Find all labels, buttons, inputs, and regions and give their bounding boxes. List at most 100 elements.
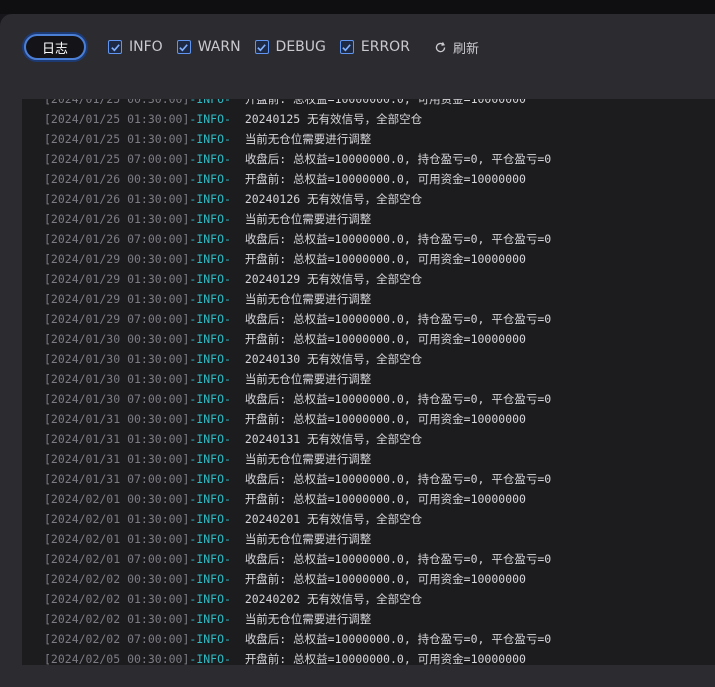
log-line: [2024/01/30 01:30:00]-INFO- 当前无仓位需要进行调整 (22, 369, 715, 389)
log-message: 当前无仓位需要进行调整 (244, 132, 372, 146)
log-message: 开盘前: 总权益=10000000.0, 可用资金=10000000 (244, 172, 526, 186)
log-timestamp: [2024/01/30 01:30:00] (44, 352, 190, 366)
filter-error[interactable]: ERROR (339, 39, 410, 55)
log-line: [2024/01/30 01:30:00]-INFO- 20240130 无有效… (22, 349, 715, 369)
log-timestamp: [2024/01/31 01:30:00] (44, 452, 190, 466)
filter-warn-label: WARN (197, 39, 241, 55)
checkbox-checked-icon[interactable] (176, 40, 191, 54)
log-timestamp: [2024/02/02 01:30:00] (44, 592, 190, 606)
log-timestamp: [2024/02/05 00:30:00] (44, 652, 190, 665)
log-level: -INFO- (189, 652, 231, 665)
filter-error-label: ERROR (360, 39, 410, 55)
log-message: 当前无仓位需要进行调整 (244, 612, 372, 626)
log-line: [2024/01/31 01:30:00]-INFO- 当前无仓位需要进行调整 (22, 449, 715, 469)
log-timestamp: [2024/01/26 01:30:00] (44, 212, 190, 226)
log-level: -INFO- (189, 392, 231, 406)
log-line: [2024/02/02 07:00:00]-INFO- 收盘后: 总权益=100… (22, 629, 715, 649)
log-timestamp: [2024/01/25 01:30:00] (44, 112, 190, 126)
log-message: 开盘前: 总权益=10000000.0, 可用资金=10000000 (244, 652, 526, 665)
log-line: [2024/01/25 01:30:00]-INFO- 20240125 无有效… (22, 109, 715, 129)
filter-warn[interactable]: WARN (176, 39, 241, 55)
log-line: [2024/01/30 07:00:00]-INFO- 收盘后: 总权益=100… (22, 389, 715, 409)
refresh-button[interactable]: 刷新 (434, 38, 479, 57)
log-timestamp: [2024/01/30 00:30:00] (44, 332, 190, 346)
log-timestamp: [2024/01/30 01:30:00] (44, 372, 190, 386)
log-level: -INFO- (189, 552, 231, 566)
log-timestamp: [2024/01/25 07:00:00] (44, 152, 190, 166)
log-line: [2024/01/31 07:00:00]-INFO- 收盘后: 总权益=100… (22, 469, 715, 489)
log-line: [2024/01/29 01:30:00]-INFO- 20240129 无有效… (22, 269, 715, 289)
log-timestamp: [2024/02/02 00:30:00] (44, 572, 190, 586)
log-line: [2024/01/26 00:30:00]-INFO- 开盘前: 总权益=100… (22, 169, 715, 189)
log-message: 当前无仓位需要进行调整 (244, 372, 372, 386)
log-level: -INFO- (189, 152, 231, 166)
log-message: 开盘前: 总权益=10000000.0, 可用资金=10000000 (244, 252, 526, 266)
log-level: -INFO- (189, 312, 231, 326)
refresh-label: 刷新 (452, 41, 479, 57)
log-message: 开盘前: 总权益=10000000.0, 可用资金=10000000 (244, 412, 526, 426)
log-message: 开盘前: 总权益=10000000.0, 可用资金=10000000 (244, 572, 526, 586)
log-line: [2024/01/26 01:30:00]-INFO- 20240126 无有效… (22, 189, 715, 209)
log-line: [2024/01/29 01:30:00]-INFO- 当前无仓位需要进行调整 (22, 289, 715, 309)
log-timestamp: [2024/01/29 00:30:00] (44, 252, 190, 266)
log-line: [2024/02/01 07:00:00]-INFO- 收盘后: 总权益=100… (22, 549, 715, 569)
log-line: [2024/01/29 00:30:00]-INFO- 开盘前: 总权益=100… (22, 249, 715, 269)
log-message: 开盘前: 总权益=10000000.0, 可用资金=10000000 (244, 99, 526, 106)
log-timestamp: [2024/01/31 07:00:00] (44, 472, 190, 486)
log-message: 当前无仓位需要进行调整 (244, 212, 372, 226)
log-level: -INFO- (189, 232, 231, 246)
checkbox-checked-icon[interactable] (254, 40, 269, 54)
log-message: 20240202 无有效信号，全部空仓 (244, 592, 423, 606)
log-timestamp: [2024/01/26 00:30:00] (44, 172, 190, 186)
log-message: 20240201 无有效信号，全部空仓 (244, 512, 423, 526)
refresh-icon (435, 41, 446, 52)
log-message: 当前无仓位需要进行调整 (244, 532, 372, 546)
log-level: -INFO- (189, 352, 231, 366)
log-level: -INFO- (189, 112, 231, 126)
filter-info[interactable]: INFO (108, 39, 163, 55)
log-level: -INFO- (189, 532, 231, 546)
filter-debug[interactable]: DEBUG (254, 39, 326, 55)
log-level: -INFO- (189, 572, 231, 586)
log-output[interactable]: [2024/01/25 00:30:00] -INFO- 开盘前: 总权益=100… (22, 99, 715, 665)
filter-debug-label: DEBUG (275, 39, 326, 55)
checkbox-checked-icon[interactable] (108, 40, 122, 54)
log-message: 开盘前: 总权益=10000000.0, 可用资金=10000000 (244, 492, 526, 506)
log-timestamp: [2024/01/25 00:30:00] (44, 99, 190, 106)
log-timestamp: [2024/01/31 01:30:00] (44, 432, 190, 446)
log-timestamp: [2024/01/29 01:30:00] (44, 292, 190, 306)
log-line: [2024/01/31 01:30:00]-INFO- 20240131 无有效… (22, 429, 715, 449)
log-line: [2024/01/31 00:30:00]-INFO- 开盘前: 总权益=100… (22, 409, 715, 429)
log-message: 收盘后: 总权益=10000000.0, 持仓盈亏=0, 平仓盈亏=0 (244, 552, 552, 566)
log-line: [2024/01/26 07:00:00]-INFO- 收盘后: 总权益=100… (22, 229, 715, 249)
log-level: -INFO- (189, 512, 231, 526)
log-message: 收盘后: 总权益=10000000.0, 持仓盈亏=0, 平仓盈亏=0 (244, 312, 552, 326)
log-line: [2024/02/05 00:30:00]-INFO- 开盘前: 总权益=100… (22, 649, 715, 665)
log-level: -INFO- (189, 252, 231, 266)
log-message: 收盘后: 总权益=10000000.0, 持仓盈亏=0, 平仓盈亏=0 (244, 472, 552, 486)
log-message: 20240129 无有效信号，全部空仓 (244, 272, 423, 286)
log-button[interactable]: 日志 (24, 34, 86, 60)
log-message: 20240125 无有效信号，全部空仓 (244, 112, 423, 126)
log-message: 当前无仓位需要进行调整 (244, 292, 372, 306)
log-level: -INFO- (189, 132, 231, 146)
log-line: [2024/01/29 07:00:00]-INFO- 收盘后: 总权益=100… (22, 309, 715, 329)
checkbox-checked-icon[interactable] (339, 40, 354, 54)
log-message: 20240126 无有效信号，全部空仓 (244, 192, 423, 206)
log-level: -INFO- (189, 592, 231, 606)
log-message: 收盘后: 总权益=10000000.0, 持仓盈亏=0, 平仓盈亏=0 (244, 232, 552, 246)
log-message: 20240131 无有效信号，全部空仓 (244, 432, 423, 446)
log-line: [2024/02/01 01:30:00]-INFO- 20240201 无有效… (22, 509, 715, 529)
log-line: [2024/01/25 07:00:00]-INFO- 收盘后: 总权益=100… (22, 149, 715, 169)
log-level: -INFO- (189, 192, 231, 206)
filter-info-label: INFO (129, 39, 163, 55)
log-message: 收盘后: 总权益=10000000.0, 持仓盈亏=0, 平仓盈亏=0 (244, 392, 552, 406)
log-level: -INFO- (189, 372, 231, 386)
log-level: -INFO- (189, 412, 231, 426)
log-level: -INFO- (189, 332, 231, 346)
log-level: -INFO- (189, 272, 231, 286)
log-timestamp: [2024/01/26 07:00:00] (44, 232, 190, 246)
log-level: -INFO- (189, 612, 231, 626)
log-line: [2024/01/25 00:30:00]-INFO- 开盘前: 总权益=100… (22, 99, 715, 109)
log-level: -INFO- (189, 492, 231, 506)
